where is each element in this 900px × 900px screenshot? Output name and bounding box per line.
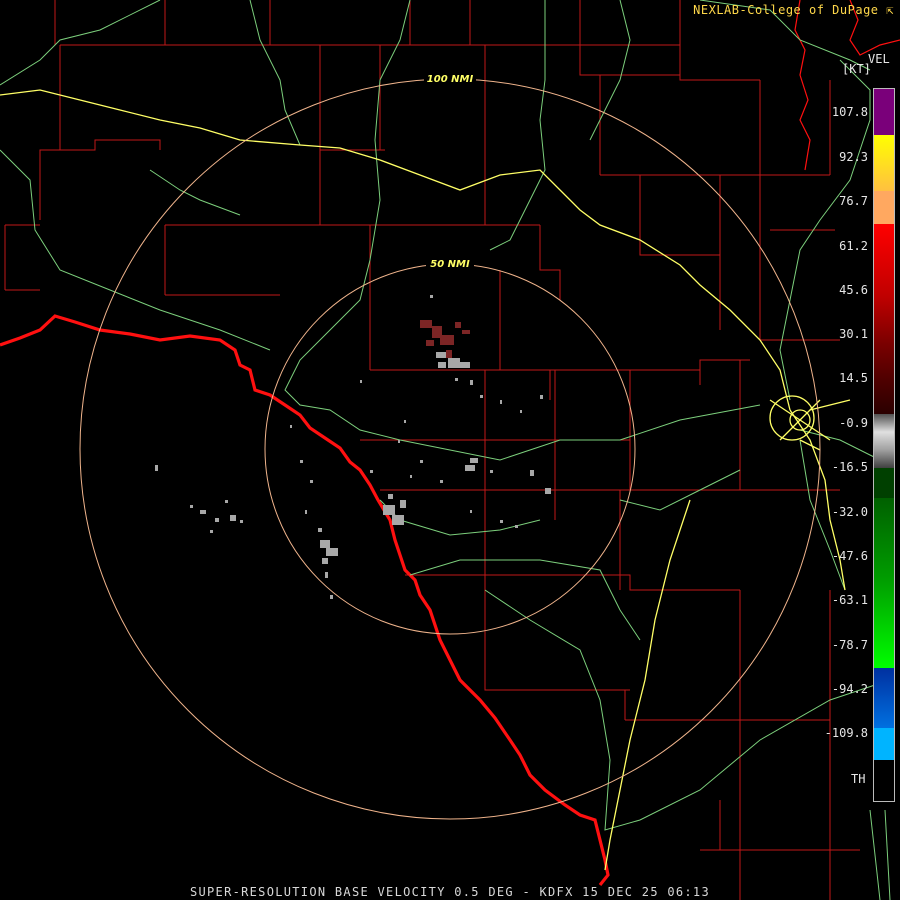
international-border (0, 314, 610, 886)
legend-tick: 92.3 (839, 150, 868, 164)
product-label: VEL (868, 52, 890, 66)
range-rings (79, 78, 821, 820)
colorbar-blue (874, 668, 894, 728)
external-arrow-icon: ⇱ (886, 3, 894, 17)
colorbar-dark-red (874, 344, 894, 414)
colorbar-orange (874, 191, 894, 224)
colorbar-purple (874, 89, 894, 135)
credit-label[interactable]: NEXLAB-College of DuPage ⇱ (693, 3, 894, 17)
colorbar-red (874, 224, 894, 344)
legend-tick: -94.2 (831, 682, 868, 696)
colorbar-light-blue (874, 728, 894, 760)
colorbar-yellow (874, 135, 894, 191)
range-ring-label-50: 50 NMI (430, 259, 470, 270)
legend-tick: -32.0 (831, 505, 868, 519)
interstates (0, 89, 851, 871)
radar-map: 100 NMI 50 NMI (0, 0, 900, 900)
legend-tick: -63.1 (831, 593, 868, 607)
colorbar-green (874, 498, 894, 668)
highways (0, 0, 891, 900)
legend-tick: 30.1 (839, 327, 868, 341)
legend-tick: -109.8 (824, 726, 868, 740)
range-ring-label-100: 100 NMI (427, 74, 474, 85)
legend-tick: -47.6 (831, 549, 868, 563)
legend-tick: -78.7 (831, 638, 868, 652)
county-boundaries (4, 0, 860, 900)
legend-th-label: TH (851, 772, 866, 786)
velocity-colorbar (873, 88, 895, 802)
legend-tick: 76.7 (839, 194, 868, 208)
units-label: [KT] (842, 62, 871, 76)
legend-tick: 61.2 (839, 239, 868, 253)
colorbar-gray (874, 414, 894, 468)
legend-tick: 14.5 (839, 371, 868, 385)
product-caption: SUPER-RESOLUTION BASE VELOCITY 0.5 DEG -… (189, 885, 710, 899)
colorbar-dark-green (874, 468, 894, 498)
legend-tick: -16.5 (831, 460, 868, 474)
range-ring-50 (264, 263, 636, 635)
range-ring-100 (79, 78, 821, 820)
legend-tick: 45.6 (839, 283, 868, 297)
legend-tick: 107.8 (831, 105, 868, 119)
legend-tick: -0.9 (839, 416, 868, 430)
